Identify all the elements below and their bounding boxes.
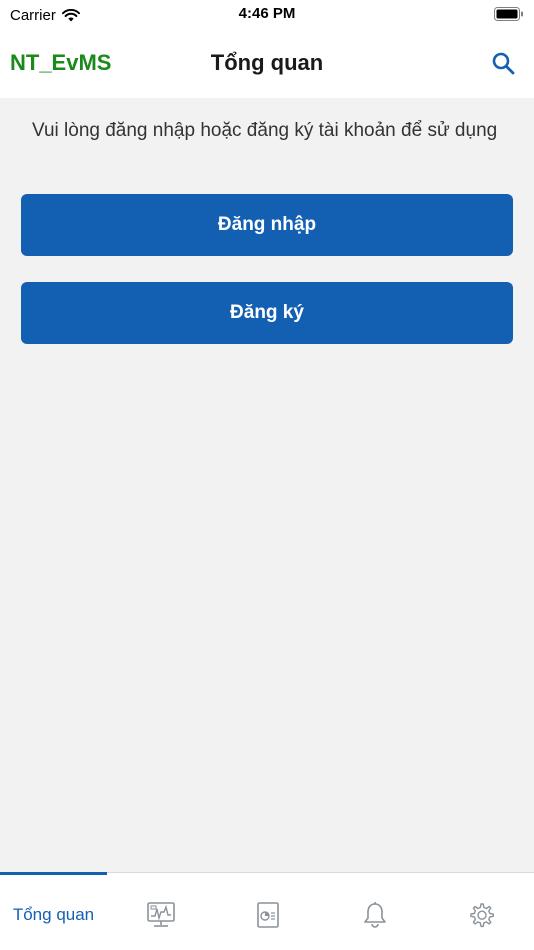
gear-icon [469, 903, 494, 928]
status-bar: Carrier 4:46 PM [0, 0, 534, 30]
app-screen: Carrier 4:46 PM NT_EvMS Tổng quan Vui lò… [0, 0, 534, 950]
nav-bar: NT_EvMS Tổng quan [0, 30, 534, 98]
register-button[interactable]: Đăng ký [21, 282, 513, 344]
tab-overview-label: Tổng quan [12, 905, 95, 924]
tab-report[interactable] [214, 873, 321, 950]
report-icon [256, 902, 279, 928]
bell-icon [363, 902, 386, 928]
login-prompt-message: Vui lòng đăng nhập hoặc đăng ký tài khoả… [32, 120, 498, 141]
tab-overview[interactable]: Tổng quan [0, 873, 107, 950]
tab-settings[interactable] [428, 873, 534, 950]
monitor-icon [146, 902, 175, 927]
tab-notifications[interactable] [321, 873, 428, 950]
tab-bar: Tổng quan [0, 872, 534, 950]
login-button[interactable]: Đăng nhập [21, 194, 513, 256]
battery-icon [494, 7, 523, 21]
tab-monitor[interactable] [107, 873, 214, 950]
page-title: Tổng quan [210, 50, 324, 75]
search-icon [492, 52, 515, 75]
search-button[interactable] [488, 48, 518, 78]
status-time: 4:46 PM [238, 5, 296, 22]
